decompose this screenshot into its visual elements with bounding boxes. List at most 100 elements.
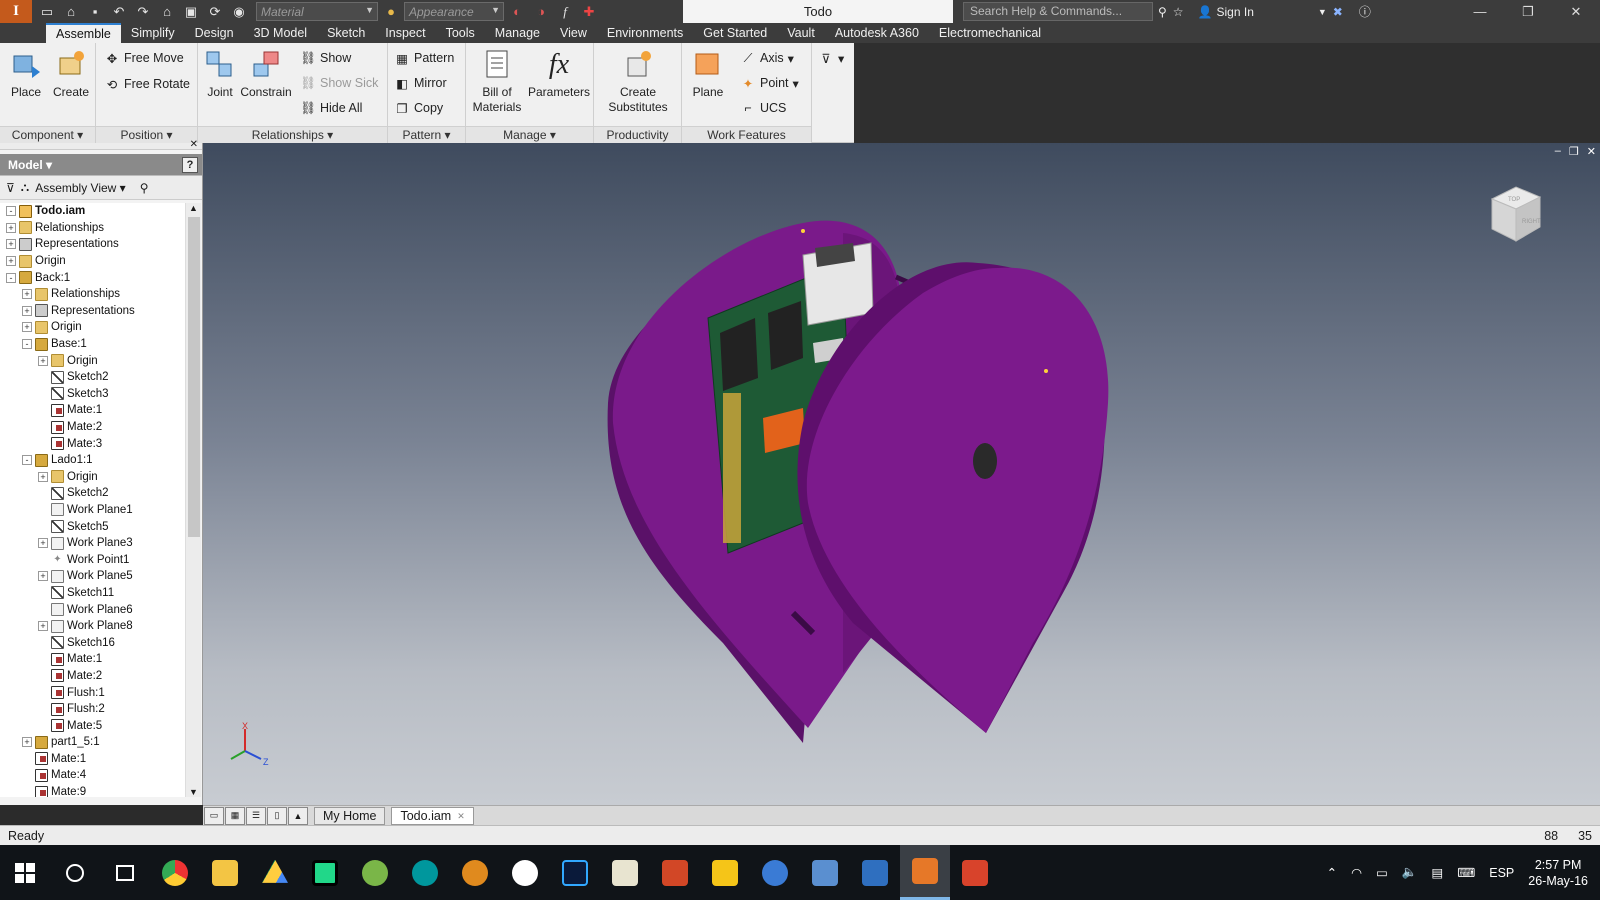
tree-node[interactable]: Mate:1 <box>0 402 185 419</box>
expand-icon[interactable]: + <box>6 256 16 267</box>
redo-icon[interactable]: ↷ <box>132 2 154 22</box>
taskbar-drive[interactable] <box>250 845 300 900</box>
tree-node[interactable]: Mate:1 <box>0 651 185 668</box>
find-icon[interactable]: ⚲ <box>140 181 149 195</box>
select-icon[interactable]: ▣ <box>180 2 202 22</box>
volume-icon[interactable]: 🔈 <box>1402 865 1418 880</box>
appearance-combo[interactable]: Appearance ▼ <box>404 2 504 21</box>
joint-button[interactable]: Joint <box>202 47 238 100</box>
tree-node[interactable]: - Todo.iam <box>0 203 185 220</box>
taskbar-lightbulb[interactable] <box>700 845 750 900</box>
tab-assemble[interactable]: Assemble <box>46 23 121 43</box>
help-icon[interactable]: ? <box>182 156 198 173</box>
filter-icon[interactable]: ⊽ <box>6 181 15 195</box>
function-icon[interactable]: f <box>554 2 576 22</box>
place-button[interactable]: Place <box>6 47 46 100</box>
tab-design[interactable]: Design <box>185 23 244 43</box>
plane-button[interactable]: Plane <box>686 47 730 100</box>
group-label-manage[interactable]: Manage ▾ <box>466 126 593 143</box>
update-icon[interactable]: ⟳ <box>204 2 226 22</box>
pattern-button[interactable]: ▦ Pattern <box>394 47 454 69</box>
tab-3d-model[interactable]: 3D Model <box>244 23 318 43</box>
expand-icon[interactable]: + <box>6 239 16 250</box>
taskbar-explorer[interactable] <box>200 845 250 900</box>
scroll-up-icon[interactable]: ▲ <box>186 203 201 215</box>
tree-node[interactable]: Sketch5 <box>0 518 185 535</box>
taskbar-network-app[interactable] <box>800 845 850 900</box>
appearance-sphere-icon[interactable]: ● <box>380 2 402 22</box>
tree-node[interactable]: Work Plane6 <box>0 601 185 618</box>
tab-electromechanical[interactable]: Electromechanical <box>929 23 1051 43</box>
search-input[interactable]: Search Help & Commands... <box>963 2 1153 21</box>
collapse-icon[interactable]: - <box>22 339 32 350</box>
assembly-view-dropdown[interactable]: Assembly View ▾ <box>35 181 126 195</box>
taskbar-app-blue[interactable] <box>750 845 800 900</box>
tree-node[interactable]: + Relationships <box>0 220 185 237</box>
material-combo[interactable]: Material ▼ <box>256 2 378 21</box>
expand-icon[interactable]: + <box>38 571 48 582</box>
close-icon[interactable]: ✕ <box>190 139 198 150</box>
graphics-viewport[interactable]: – ❐ ✕ TOP RIGHT X Z <box>203 143 1600 805</box>
tree-node[interactable]: Mate:1 <box>0 751 185 768</box>
color-icon[interactable]: ◉ <box>228 2 250 22</box>
search-button[interactable] <box>50 845 100 900</box>
action-center-icon[interactable]: ▤ <box>1431 865 1443 880</box>
expand-icon[interactable]: + <box>38 621 48 632</box>
taskbar-powerpoint[interactable] <box>650 845 700 900</box>
tree-node[interactable]: Mate:9 <box>0 784 185 797</box>
tab-inspect[interactable]: Inspect <box>375 23 435 43</box>
taskbar-github[interactable] <box>500 845 550 900</box>
tile-vertical-icon[interactable]: ▯ <box>267 806 287 825</box>
tree-node[interactable]: Mate:2 <box>0 668 185 685</box>
ucs-button[interactable]: ⌐ UCS <box>740 97 786 119</box>
clear-appearance-icon[interactable]: ◑ <box>530 2 552 22</box>
keyboard-icon[interactable]: ⌨ <box>1457 865 1475 880</box>
scrollbar-thumb[interactable] <box>188 217 200 537</box>
tree-node[interactable]: Work Plane1 <box>0 502 185 519</box>
taskbar-app-red[interactable] <box>950 845 1000 900</box>
browser-header[interactable]: Model ▾ ? <box>0 154 202 176</box>
create-button[interactable]: Create <box>50 47 92 100</box>
tree-node[interactable]: Sketch2 <box>0 369 185 386</box>
expand-icon[interactable]: + <box>22 737 32 748</box>
expand-icon[interactable]: + <box>6 222 16 233</box>
tree-node[interactable]: + Relationships <box>0 286 185 303</box>
view-cube[interactable]: TOP RIGHT <box>1486 183 1542 243</box>
task-view-button[interactable] <box>100 845 150 900</box>
close-icon[interactable]: ✕ <box>1552 0 1600 23</box>
constrain-button[interactable]: Constrain <box>238 47 294 100</box>
group-label-component[interactable]: Component ▾ <box>0 126 95 143</box>
taskbar-arduino[interactable] <box>400 845 450 900</box>
free-move-button[interactable]: ✥ Free Move <box>104 47 184 69</box>
new-icon[interactable]: ▭ <box>36 2 58 22</box>
tab-get-started[interactable]: Get Started <box>693 23 777 43</box>
start-button[interactable] <box>0 845 50 900</box>
tree-node[interactable]: + Representations <box>0 236 185 253</box>
home-icon[interactable]: ⌂ <box>156 2 178 22</box>
tab-autodesk-a360[interactable]: Autodesk A360 <box>825 23 929 43</box>
tab-view[interactable]: View <box>550 23 597 43</box>
collapse-icon[interactable]: - <box>6 272 16 283</box>
tree-node[interactable]: Flush:2 <box>0 701 185 718</box>
scroll-down-icon[interactable]: ▼ <box>186 787 201 797</box>
tree-node[interactable]: + Representations <box>0 303 185 320</box>
axis-button[interactable]: ⟋ Axis ▾ <box>740 47 794 69</box>
taskbar-chrome[interactable] <box>150 845 200 900</box>
expand-icon[interactable]: + <box>38 538 48 549</box>
group-label-relationships[interactable]: Relationships ▾ <box>198 126 387 143</box>
taskbar-remote-app[interactable] <box>850 845 900 900</box>
tree-node[interactable]: + Origin <box>0 253 185 270</box>
taskbar-app-generic[interactable] <box>600 845 650 900</box>
wifi-icon[interactable]: ◠ <box>1351 865 1362 880</box>
filter-dropdown[interactable]: ⊽ ▾ <box>818 47 844 69</box>
restore-icon[interactable]: ❐ <box>1504 0 1552 23</box>
tab-tools[interactable]: Tools <box>436 23 485 43</box>
tree-node[interactable]: + Work Plane8 <box>0 618 185 635</box>
expand-icon[interactable]: + <box>38 355 48 366</box>
tree-node[interactable]: + Origin <box>0 319 185 336</box>
tab-todo[interactable]: Todo.iam ✕ <box>391 806 474 825</box>
free-rotate-button[interactable]: ⟲ Free Rotate <box>104 73 190 95</box>
sign-in-button[interactable]: 👤 Sign In ▼ <box>1198 5 1327 19</box>
tree-node[interactable]: Sketch11 <box>0 585 185 602</box>
clock[interactable]: 2:57 PM 26-May-16 <box>1528 857 1588 889</box>
